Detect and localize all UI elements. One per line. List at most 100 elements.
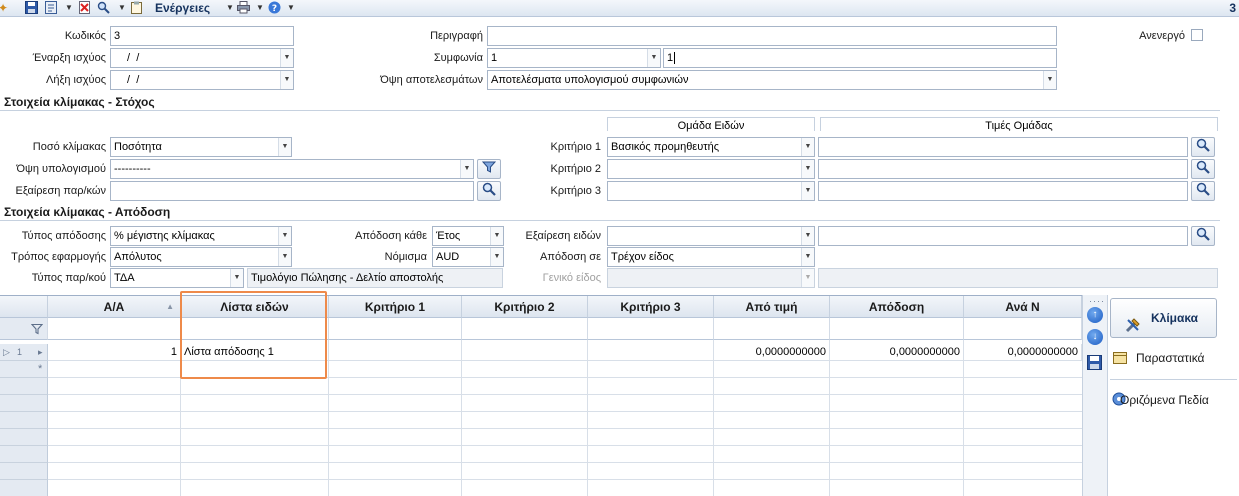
end-date-field[interactable]: / / ▼ [110, 70, 294, 90]
partner-type-dropdown-icon[interactable]: ▼ [230, 269, 243, 287]
help-dropdown-icon[interactable]: ▼ [287, 2, 295, 14]
calc-view-value: ---------- [114, 163, 151, 175]
cell-criterion-2[interactable] [462, 344, 588, 361]
code-field[interactable]: 3 [110, 26, 294, 46]
filter-settings-icon[interactable] [477, 159, 501, 179]
filter-cell[interactable] [462, 318, 588, 340]
documents-link[interactable]: Παραστατικά [1136, 350, 1204, 366]
yield-to-select[interactable]: Τρέχον είδος ▼ [607, 247, 815, 267]
cell-per-n[interactable]: 0,0000000000 [964, 344, 1082, 361]
criterion-2-dropdown-icon[interactable]: ▼ [801, 160, 814, 178]
yield-type-select[interactable]: % μέγιστης κλίμακας ▼ [110, 226, 292, 246]
new-row[interactable]: * [0, 361, 1082, 378]
save-grid-icon[interactable] [1087, 355, 1102, 373]
criterion-1-label: Κριτήριο 1 [550, 141, 602, 153]
item-exclusion-dropdown-icon[interactable]: ▼ [801, 227, 814, 245]
filter-cell[interactable] [48, 318, 181, 340]
yield-every-select[interactable]: Έτος ▼ [432, 226, 504, 246]
cell-yield[interactable]: 0,0000000000 [830, 344, 964, 361]
criterion-2-group-field[interactable] [818, 159, 1188, 179]
calc-view-dropdown-icon[interactable]: ▼ [460, 160, 473, 178]
yield-every-dropdown-icon[interactable]: ▼ [490, 227, 503, 245]
cell-criterion-3[interactable] [588, 344, 714, 361]
column-header-aa[interactable]: Α/Α ▲ [48, 296, 181, 318]
cell-criterion-1[interactable] [329, 344, 462, 361]
actions-dropdown-icon[interactable]: ▼ [226, 2, 234, 14]
criterion-2-select[interactable]: ▼ [607, 159, 815, 179]
column-header-criterion-3[interactable]: Κριτήριο 3 [588, 296, 714, 318]
empty-row [0, 429, 1082, 446]
criterion-3-search-icon[interactable] [1191, 181, 1215, 201]
criterion-3-dropdown-icon[interactable]: ▼ [801, 182, 814, 200]
description-field[interactable] [487, 26, 1057, 46]
scale-button[interactable]: Κλίμακα [1110, 298, 1217, 338]
save-as-icon[interactable] [44, 1, 58, 15]
criterion-2-search-icon[interactable] [1191, 159, 1215, 179]
move-down-icon[interactable]: ↓ [1087, 329, 1103, 345]
cell-from-price[interactable]: 0,0000000000 [714, 344, 830, 361]
help-icon[interactable]: ? [267, 1, 281, 15]
criterion-1-select[interactable]: Βασικός προμηθευτής ▼ [607, 137, 815, 157]
scale-qty-dropdown-icon[interactable]: ▼ [278, 138, 291, 156]
row-selector [0, 395, 48, 412]
scale-qty-select[interactable]: Ποσότητα ▼ [110, 137, 292, 157]
end-date-dropdown-icon[interactable]: ▼ [280, 71, 293, 89]
print-icon[interactable] [236, 1, 250, 15]
filter-cell[interactable] [588, 318, 714, 340]
partner-exclusion-field[interactable] [110, 181, 474, 201]
apply-mode-dropdown-icon[interactable]: ▼ [278, 248, 291, 266]
save-dropdown-icon[interactable]: ▼ [65, 2, 73, 14]
calc-view-select[interactable]: ---------- ▼ [110, 159, 474, 179]
yield-every-label: Απόδοση κάθε [355, 230, 427, 242]
filter-cell[interactable] [329, 318, 462, 340]
criterion-3-group-field[interactable] [818, 181, 1188, 201]
column-header-criterion-2[interactable]: Κριτήριο 2 [462, 296, 588, 318]
print-dropdown-icon[interactable]: ▼ [256, 2, 264, 14]
delete-icon[interactable] [77, 1, 91, 15]
partner-type-select[interactable]: ΤΔΑ ▼ [110, 268, 244, 288]
save-icon[interactable] [24, 1, 38, 15]
agreement-field[interactable]: 1 ▼ [487, 48, 661, 68]
clipboard-icon[interactable] [129, 1, 143, 15]
move-up-icon[interactable]: ↑ [1087, 307, 1103, 323]
criterion-2-label: Κριτήριο 2 [550, 163, 602, 175]
criterion-1-group-field[interactable] [818, 137, 1188, 157]
results-view-select[interactable]: Αποτελέσματα υπολογισμού συμφωνιών ▼ [487, 70, 1057, 90]
column-header-criterion-1[interactable]: Κριτήριο 1 [329, 296, 462, 318]
apply-mode-select[interactable]: Απόλυτος ▼ [110, 247, 292, 267]
results-view-dropdown-icon[interactable]: ▼ [1043, 71, 1056, 89]
column-header-yield[interactable]: Απόδοση [830, 296, 964, 318]
grid-action-strip: ···· ↑ ↓ [1082, 295, 1108, 496]
start-date-dropdown-icon[interactable]: ▼ [280, 49, 293, 67]
criterion-1-search-icon[interactable] [1191, 137, 1215, 157]
column-header-per-n[interactable]: Ανά Ν [964, 296, 1082, 318]
filter-icon[interactable] [31, 323, 43, 335]
item-exclusion-search-icon[interactable] [1191, 226, 1215, 246]
agreement-name-field[interactable]: 1 [663, 48, 1057, 68]
actions-menu[interactable]: Ενέργειες [155, 0, 210, 16]
criterion-3-select[interactable]: ▼ [607, 181, 815, 201]
row-selector[interactable]: ▷ 1 ▸ [0, 344, 48, 361]
search-dropdown-icon[interactable]: ▼ [118, 2, 126, 14]
criterion-1-dropdown-icon[interactable]: ▼ [801, 138, 814, 156]
inactive-checkbox[interactable] [1191, 29, 1203, 41]
new-icon[interactable]: ✦ [0, 1, 10, 15]
filter-cell[interactable] [830, 318, 964, 340]
agreement-dropdown-icon[interactable]: ▼ [647, 49, 660, 67]
row-selector[interactable]: * [0, 361, 48, 378]
partner-exclusion-search-icon[interactable] [477, 181, 501, 201]
start-date-field[interactable]: / / ▼ [110, 48, 294, 68]
table-row[interactable]: ▷ 1 ▸ 1 Λίστα απόδοσης 1 0,0000000000 0,… [0, 344, 1082, 361]
column-header-from-price[interactable]: Από τιμή [714, 296, 830, 318]
item-exclusion-extra-field[interactable] [818, 226, 1188, 246]
cell-aa[interactable]: 1 [48, 344, 181, 361]
filter-cell[interactable] [714, 318, 830, 340]
item-exclusion-select[interactable]: ▼ [607, 226, 815, 246]
currency-dropdown-icon[interactable]: ▼ [490, 248, 503, 266]
currency-select[interactable]: AUD ▼ [432, 247, 504, 267]
yield-type-dropdown-icon[interactable]: ▼ [278, 227, 291, 245]
filter-cell[interactable] [964, 318, 1082, 340]
yield-to-dropdown-icon[interactable]: ▼ [801, 248, 814, 266]
custom-fields-link[interactable]: Οριζόμενα Πεδία [1120, 392, 1209, 408]
search-icon[interactable] [96, 1, 110, 15]
